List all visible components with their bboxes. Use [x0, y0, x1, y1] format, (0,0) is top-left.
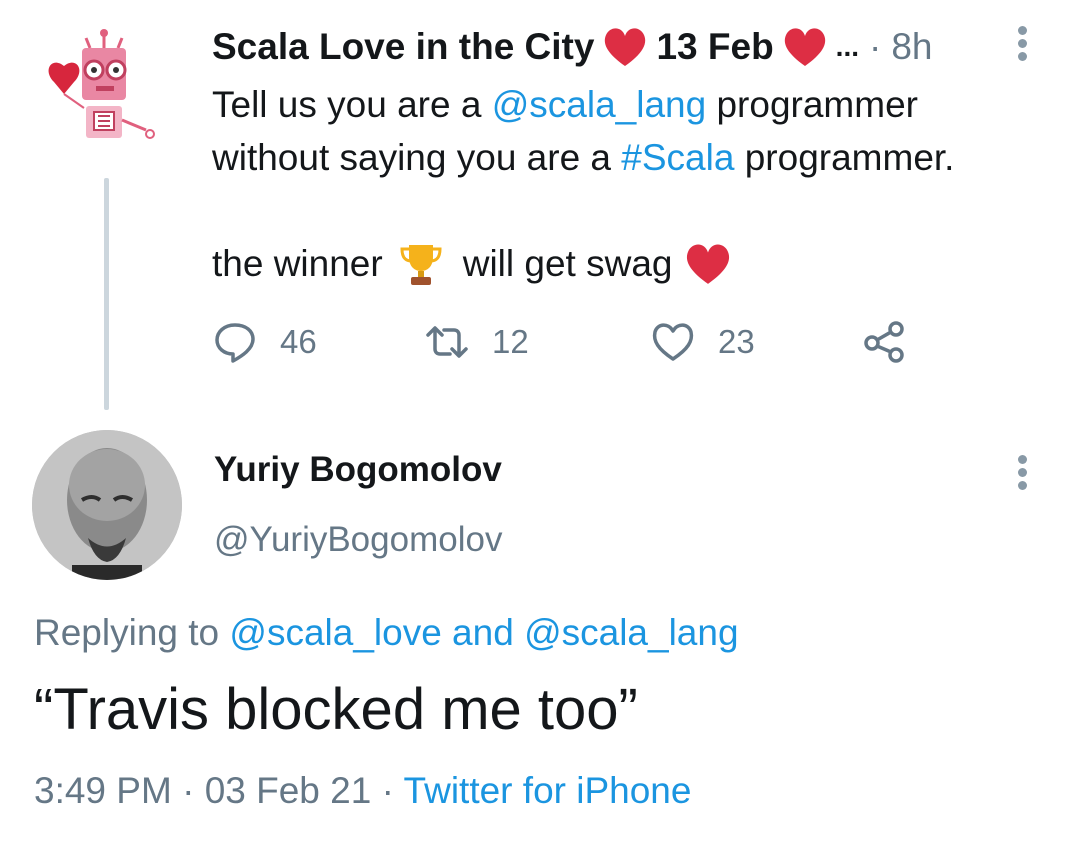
user-handle[interactable]: @YuriyBogomolov [214, 520, 502, 560]
mention-link[interactable]: @scala_love [229, 612, 441, 653]
like-icon [652, 323, 694, 361]
user-photo-icon [32, 430, 182, 580]
tweet-header: Scala Love in the City 13 Feb ... · 8h [212, 24, 933, 70]
replying-and: and [441, 612, 525, 653]
separator: · [869, 26, 882, 67]
tweet-source-link[interactable]: Twitter for iPhone [404, 770, 692, 811]
reply-button[interactable]: 46 [212, 319, 317, 365]
tweet-text-winner: the winner will get swag [212, 236, 732, 292]
tweet-time[interactable]: 3:49 PM [34, 770, 172, 811]
separator: · [171, 770, 205, 811]
mention-link[interactable]: @scala_lang [492, 84, 706, 125]
reply-tweet-text: “Travis blocked me too” [34, 677, 638, 742]
winner-suffix: will get swag [462, 243, 673, 284]
winner-prefix: the winner [212, 243, 383, 284]
robot-logo-icon [48, 29, 155, 139]
scala-love-avatar[interactable] [34, 26, 174, 166]
reply-count: 46 [280, 323, 317, 360]
share-button[interactable] [862, 319, 908, 365]
display-name[interactable]: Yuriy Bogomolov [214, 450, 502, 490]
tweet-text-part: Tell us you are a [212, 84, 492, 125]
name-date-label: 13 Feb [656, 26, 774, 67]
thread-line [104, 178, 109, 410]
avatar[interactable] [32, 430, 182, 580]
tweet-time[interactable]: 8h [891, 26, 932, 68]
heart-emoji-icon [687, 244, 730, 284]
trophy-emoji-icon [400, 245, 442, 285]
name-ellipsis: ... [835, 31, 860, 62]
display-name[interactable]: Scala Love in the City [212, 26, 594, 68]
more-options-button[interactable] [1014, 26, 1030, 66]
tweet-timestamp: 3:49 PM · 03 Feb 21 · Twitter for iPhone [34, 770, 691, 812]
separator: · [371, 770, 404, 811]
hashtag-link[interactable]: #Scala [621, 137, 734, 178]
tweet-text-part: programmer. [734, 137, 955, 178]
tweet-date[interactable]: 03 Feb 21 [205, 770, 372, 811]
reply-icon [215, 323, 255, 363]
heart-emoji-icon [605, 28, 646, 66]
replying-prefix: Replying to [34, 612, 230, 653]
mention-link[interactable]: @scala_lang [524, 612, 738, 653]
heart-emoji-icon [784, 28, 825, 66]
like-button[interactable]: 23 [650, 319, 755, 365]
like-count: 23 [718, 323, 755, 360]
more-icon [1017, 26, 1027, 35]
share-icon [864, 321, 904, 363]
retweet-count: 12 [492, 323, 529, 360]
retweet-icon [426, 326, 468, 358]
more-options-button[interactable] [1014, 455, 1030, 495]
tweet-text: Tell us you are a @scala_lang programmer… [212, 78, 1052, 184]
replying-to: Replying to @scala_love and @scala_lang [34, 612, 739, 654]
more-icon [1017, 455, 1027, 464]
retweet-button[interactable]: 12 [424, 319, 529, 365]
